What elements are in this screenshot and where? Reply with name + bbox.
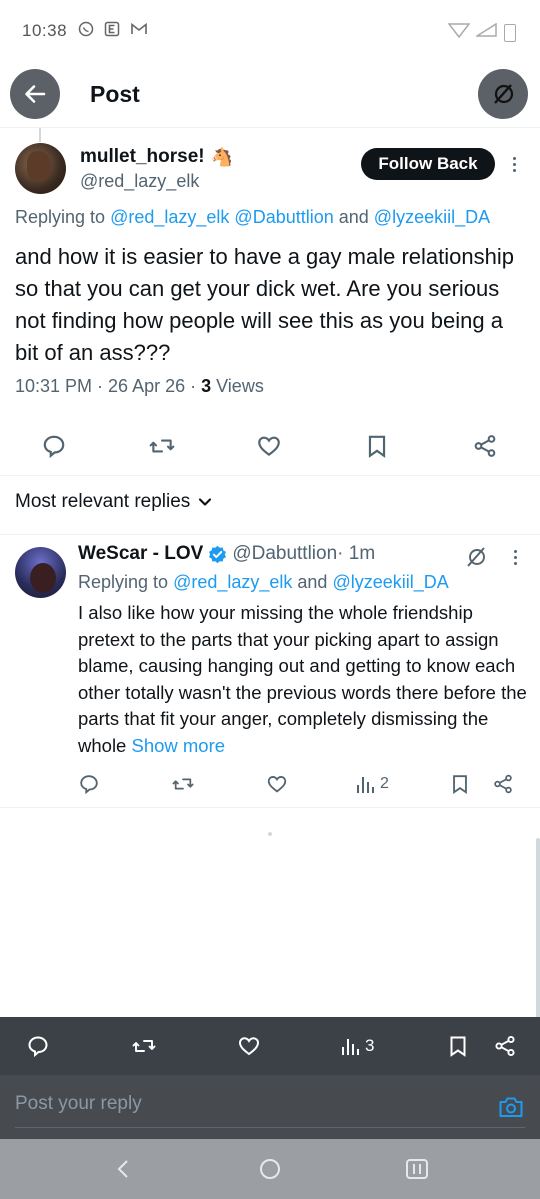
reply-views-count: 2 (380, 775, 389, 792)
more-options-icon[interactable] (507, 152, 521, 176)
status-icons (78, 21, 148, 42)
reply-avatar[interactable] (15, 547, 66, 598)
back-button[interactable] (10, 69, 60, 119)
follow-back-button[interactable]: Follow Back (361, 148, 495, 180)
e-icon (104, 21, 120, 42)
divider (0, 534, 540, 535)
analytics-icon (357, 777, 374, 793)
reply-header: WeScar - LOV @Dabuttlion · 1m (78, 543, 375, 565)
author-name[interactable]: mullet_horse! 🐴 (80, 146, 233, 168)
post-timestamp[interactable]: 10:31 PM · 26 Apr 26 · (15, 376, 201, 396)
like-icon[interactable] (266, 772, 288, 796)
status-bar: 10:38 (0, 0, 540, 62)
battery-icon (504, 23, 516, 42)
mention-link[interactable]: @lyzeekiil_DA (332, 572, 448, 592)
reply-composer: Post your reply (0, 1075, 540, 1139)
scrollbar[interactable] (536, 838, 540, 1018)
show-more-link[interactable]: Show more (131, 735, 225, 756)
sort-label: Most relevant replies (15, 491, 191, 512)
reply-author-handle[interactable]: @Dabuttlion (232, 543, 337, 565)
analytics-icon (342, 1039, 359, 1055)
like-icon[interactable] (237, 1033, 261, 1059)
author-handle[interactable]: @red_lazy_elk (80, 171, 199, 192)
mention-link[interactable]: @Dabuttlion (234, 207, 333, 227)
share-icon[interactable] (493, 1033, 517, 1059)
loading-indicator (268, 832, 272, 836)
views-label: Views (211, 376, 264, 396)
repost-icon[interactable] (171, 772, 195, 796)
reply-icon[interactable] (26, 1033, 50, 1059)
nav-back-icon[interactable] (110, 1156, 136, 1182)
replying-to: Replying to @red_lazy_elk @Dabuttlion an… (15, 207, 491, 227)
wifi-icon (447, 22, 471, 43)
like-icon[interactable] (256, 433, 282, 459)
sort-replies-dropdown[interactable]: Most relevant replies (15, 491, 212, 513)
reply-replying-to: Replying to @red_lazy_elk and @lyzeekiil… (78, 572, 449, 592)
grok-icon (494, 84, 514, 104)
bookmark-icon[interactable] (364, 433, 390, 459)
chevron-down-icon (199, 498, 212, 506)
mention-link[interactable]: @lyzeekiil_DA (374, 207, 490, 227)
mention-link[interactable]: @red_lazy_elk (110, 207, 229, 227)
reply-author-name[interactable]: WeScar - LOV (78, 543, 203, 565)
post-views-count: 3 (365, 1036, 375, 1055)
header: Post (0, 62, 540, 128)
grok-button[interactable] (478, 69, 528, 119)
nav-recents-icon[interactable] (404, 1156, 430, 1182)
author-name-text: mullet_horse! (80, 146, 205, 167)
views-count: 3 (201, 376, 212, 396)
bookmark-icon[interactable] (446, 1033, 470, 1059)
reply-time: · 1m (337, 543, 376, 564)
repost-icon[interactable] (131, 1033, 157, 1059)
whatsapp-icon (78, 21, 94, 42)
signal-icon (474, 22, 498, 42)
divider (0, 807, 540, 808)
status-indicators (447, 22, 516, 43)
camera-icon[interactable] (498, 1095, 524, 1124)
reply-icon[interactable] (41, 433, 67, 459)
back-arrow-icon (25, 85, 46, 103)
share-icon[interactable] (472, 433, 498, 459)
avatar[interactable] (15, 143, 66, 194)
mention-link[interactable]: @red_lazy_elk (173, 572, 292, 592)
bookmark-icon[interactable] (449, 772, 471, 796)
post-text: and how it is easier to have a gay male … (15, 244, 514, 365)
reply-icon[interactable] (78, 772, 100, 796)
status-time: 10:38 (22, 21, 68, 40)
grok-icon[interactable] (464, 545, 488, 574)
divider (0, 475, 540, 476)
share-icon[interactable] (492, 772, 514, 796)
verified-badge-icon (209, 545, 227, 563)
reply-text: I also like how your missing the whole f… (78, 602, 527, 756)
reply-input[interactable]: Post your reply (15, 1093, 142, 1115)
reply-actions: 2 (0, 768, 540, 802)
input-underline (15, 1127, 525, 1128)
system-nav-bar (0, 1139, 540, 1199)
post-actions (0, 425, 540, 465)
post-meta: 10:31 PM · 26 Apr 26 · 3 Views (15, 376, 264, 397)
nav-home-icon[interactable] (257, 1156, 283, 1182)
horse-emoji: 🐴 (210, 146, 234, 167)
gmail-icon (130, 21, 148, 42)
sticky-action-bar: 3 (0, 1017, 540, 1075)
views-button[interactable]: 3 (341, 1033, 374, 1059)
page-title: Post (90, 81, 140, 107)
reply-more-options-icon[interactable] (508, 547, 522, 567)
views-button[interactable]: 2 (356, 772, 389, 796)
repost-icon[interactable] (149, 433, 175, 459)
thread-line (39, 128, 41, 142)
